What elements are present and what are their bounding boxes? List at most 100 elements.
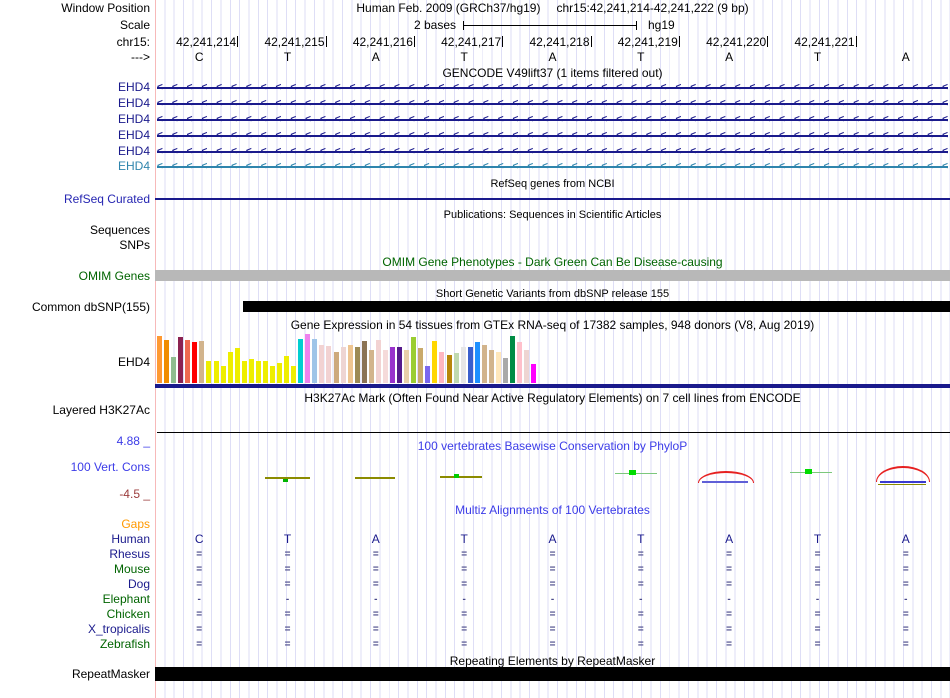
repeatmasker-bar[interactable] bbox=[155, 667, 950, 681]
gene-label[interactable]: EHD4 bbox=[0, 81, 150, 94]
gtex-tissue-bar bbox=[227, 352, 233, 383]
left-arrow-icon: < bbox=[512, 146, 519, 157]
gtex-tissue-bar bbox=[319, 345, 325, 383]
gtex-baseline bbox=[155, 384, 950, 388]
gene-transcript-row[interactable]: < < < < < < < < < < < < < < < < < < < < < < < < < < < < < < < < < < < < < < < <… bbox=[157, 81, 948, 94]
gene-transcript-row[interactable]: < < < < < < < < < < < < < < < < < < < < < < < < < < < < < < < < < < < < < < < <… bbox=[157, 129, 948, 142]
refseq-curated-label[interactable]: RefSeq Curated bbox=[0, 192, 150, 207]
left-arrow-icon: < bbox=[779, 82, 785, 93]
left-arrow-icon: < bbox=[171, 130, 178, 141]
gtex-tissue-bar bbox=[164, 340, 170, 383]
left-arrow-icon: < bbox=[512, 114, 519, 125]
left-arrow-icon: < bbox=[438, 98, 445, 109]
left-arrow-icon: < bbox=[793, 98, 800, 109]
gene-label[interactable]: EHD4 bbox=[0, 113, 150, 126]
left-arrow-icon: < bbox=[157, 114, 163, 125]
snps-track-label[interactable]: SNPs bbox=[0, 238, 150, 253]
left-arrow-icon: < bbox=[260, 98, 267, 109]
left-arrow-icon: < bbox=[882, 146, 889, 157]
left-arrow-icon: < bbox=[675, 82, 682, 93]
multiz-species-label[interactable]: Dog bbox=[0, 577, 150, 592]
left-arrow-icon: < bbox=[571, 146, 578, 157]
multiz-alignment-mark: = bbox=[372, 639, 379, 650]
multiz-alignment-mark: - bbox=[197, 594, 201, 605]
genome-browser-image[interactable]: Window Position Human Feb. 2009 (GRCh37/… bbox=[0, 0, 950, 698]
left-arrow-icon: < bbox=[438, 130, 445, 141]
gtex-gene-label[interactable]: EHD4 bbox=[0, 355, 150, 370]
gene-label[interactable]: EHD4 bbox=[0, 160, 150, 173]
gene-label[interactable]: EHD4 bbox=[0, 129, 150, 142]
gene-transcript-row[interactable]: < < < < < < < < < < < < < < < < < < < < < < < < < < < < < < < < < < < < < < < <… bbox=[157, 113, 948, 126]
gtex-tissue-bar bbox=[262, 361, 268, 383]
left-arrow-icon: < bbox=[779, 114, 785, 125]
multiz-species-label[interactable]: Mouse bbox=[0, 562, 150, 577]
phylop-track-label[interactable]: 100 Vert. Cons bbox=[0, 460, 150, 475]
left-arrow-icon: < bbox=[660, 146, 667, 157]
left-arrow-icon: < bbox=[319, 82, 326, 93]
dbsnp-track-label[interactable]: Common dbSNP(155) bbox=[0, 300, 150, 315]
left-arrow-icon: < bbox=[779, 98, 785, 109]
gene-label[interactable]: EHD4 bbox=[0, 145, 150, 158]
multiz-alignment-mark: = bbox=[814, 624, 821, 635]
left-arrow-icon: < bbox=[468, 161, 474, 172]
left-arrow-icon: < bbox=[927, 161, 934, 172]
assembly-title: Human Feb. 2009 (GRCh37/hg19) bbox=[356, 1, 541, 15]
left-arrow-icon: < bbox=[912, 98, 919, 109]
multiz-alignment-mark: - bbox=[550, 594, 555, 605]
left-arrow-icon: < bbox=[334, 82, 341, 93]
multiz-species-label[interactable]: Gaps bbox=[0, 517, 150, 532]
left-arrow-icon: < bbox=[349, 130, 356, 141]
left-arrow-icon: < bbox=[942, 98, 948, 109]
left-arrow-icon: < bbox=[423, 146, 430, 157]
multiz-species-label[interactable]: Human bbox=[0, 532, 150, 547]
left-arrow-icon: < bbox=[379, 98, 386, 109]
left-arrow-icon: < bbox=[556, 130, 563, 141]
multiz-species-label[interactable]: Zebrafish bbox=[0, 637, 150, 652]
multiz-species-label[interactable]: Rhesus bbox=[0, 547, 150, 562]
publications-track-title: Publications: Sequences in Scientific Ar… bbox=[443, 209, 662, 221]
gtex-tissue-bar bbox=[284, 356, 290, 383]
gene-transcript-row[interactable]: < < < < < < < < < < < < < < < < < < < < < < < < < < < < < < < < < < < < < < < <… bbox=[157, 160, 948, 173]
multiz-alignment-mark: = bbox=[549, 579, 556, 590]
multiz-alignment-mark: = bbox=[461, 624, 468, 635]
left-arrow-icon: < bbox=[838, 161, 845, 172]
left-arrow-icon: < bbox=[275, 114, 282, 125]
multiz-alignment-mark: = bbox=[196, 639, 203, 650]
left-arrow-icon: < bbox=[616, 146, 623, 157]
left-arrow-icon: < bbox=[394, 146, 400, 157]
phylop-mark bbox=[283, 479, 288, 482]
gene-transcript-row[interactable]: < < < < < < < < < < < < < < < < < < < < < < < < < < < < < < < < < < < < < < < <… bbox=[157, 145, 948, 158]
left-arrow-icon: < bbox=[201, 130, 208, 141]
gtex-tissue-bar bbox=[375, 340, 381, 383]
gtex-tissue-bar bbox=[531, 364, 537, 383]
left-arrow-icon: < bbox=[290, 161, 297, 172]
left-arrow-icon: < bbox=[542, 82, 548, 93]
left-arrow-icon: < bbox=[334, 161, 341, 172]
multiz-species-label[interactable]: Elephant bbox=[0, 592, 150, 607]
sequences-track-label[interactable]: Sequences bbox=[0, 223, 150, 238]
refseq-gene-line[interactable] bbox=[155, 198, 950, 200]
multiz-alignment-mark: - bbox=[374, 594, 378, 605]
multiz-alignment-mark: - bbox=[727, 594, 731, 605]
multiz-species-label[interactable]: X_tropicalis bbox=[0, 622, 150, 637]
gtex-tissue-bar bbox=[502, 358, 508, 383]
omim-genes-bar[interactable] bbox=[155, 270, 950, 281]
left-arrow-icon: < bbox=[453, 130, 460, 141]
left-arrow-icon: < bbox=[408, 130, 415, 141]
multiz-species-label[interactable]: Chicken bbox=[0, 607, 150, 622]
multiz-alignment-mark: = bbox=[814, 639, 821, 650]
multiz-aligned-base: T bbox=[283, 532, 292, 546]
h3k27ac-track-label[interactable]: Layered H3K27Ac bbox=[0, 403, 150, 418]
multiz-aligned-base: C bbox=[194, 532, 204, 546]
gene-label[interactable]: EHD4 bbox=[0, 97, 150, 110]
repeatmasker-track-label[interactable]: RepeatMasker bbox=[0, 667, 150, 682]
left-arrow-icon: < bbox=[942, 114, 948, 125]
gtex-tissue-bar bbox=[277, 363, 282, 383]
multiz-alignment-mark: = bbox=[196, 549, 203, 560]
omim-genes-label[interactable]: OMIM Genes bbox=[0, 269, 150, 284]
multiz-alignment-mark: = bbox=[372, 609, 379, 620]
gene-transcript-row[interactable]: < < < < < < < < < < < < < < < < < < < < < < < < < < < < < < < < < < < < < < < <… bbox=[157, 97, 948, 110]
left-arrow-icon: < bbox=[260, 82, 267, 93]
dbsnp-variant-bar[interactable] bbox=[243, 301, 950, 312]
left-arrow-icon: < bbox=[616, 114, 623, 125]
